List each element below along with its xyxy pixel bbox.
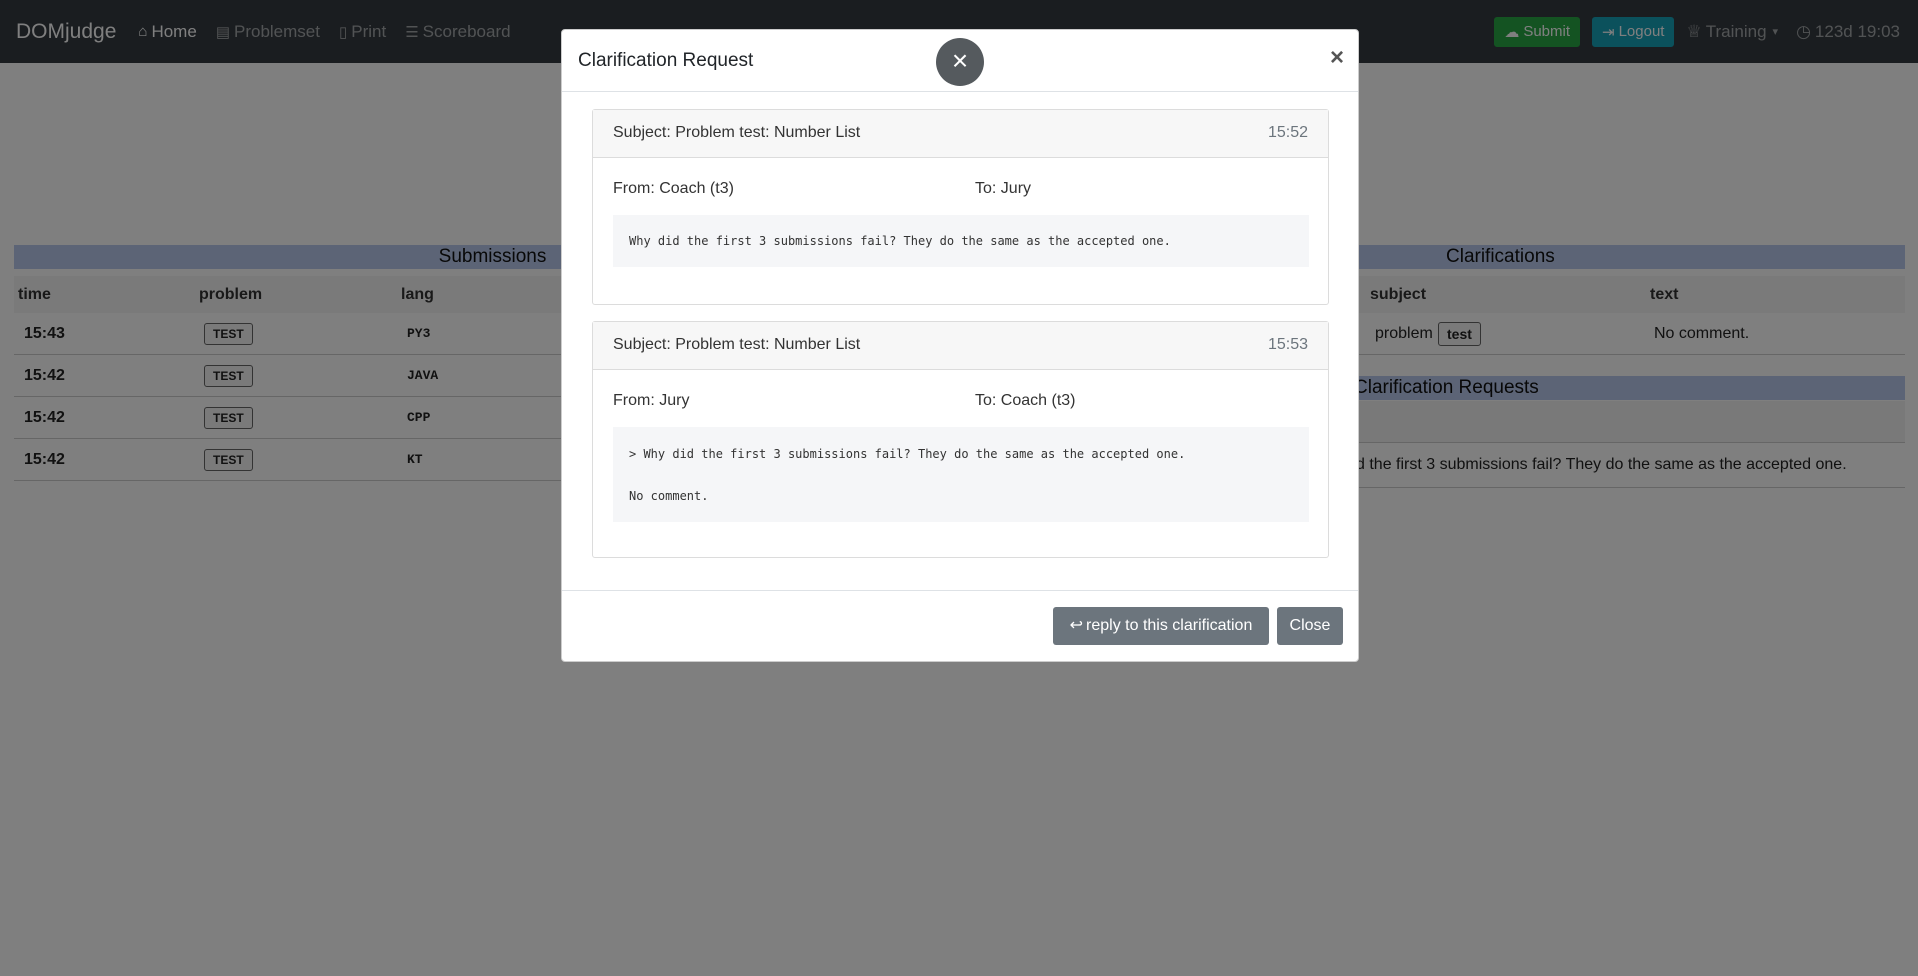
card-body-line: Why did the first 3 submissions fail? Th… [629, 234, 1171, 248]
clarification-card: Subject: Problem test: Number List 15:53… [592, 321, 1329, 558]
card-body-line: No comment. [629, 489, 709, 503]
card-to: To: Jury [975, 180, 1032, 197]
close-icon[interactable]: × [1330, 44, 1344, 72]
reply-icon: ↩ [1069, 617, 1084, 634]
card-subject: Subject: Problem test: Number List [613, 124, 861, 141]
clarification-modal: Clarification Request × Subject: Problem… [561, 29, 1359, 662]
card-from: From: Jury [613, 392, 690, 409]
modal-footer: ↩ reply to this clarification Close [562, 590, 1358, 662]
card-header: Subject: Problem test: Number List 15:52 [593, 110, 1328, 158]
card-body-line: > Why did the first 3 submissions fail? … [629, 447, 1186, 461]
reply-label: reply to this clarification [1086, 617, 1253, 634]
card-body: Why did the first 3 submissions fail? Th… [613, 215, 1309, 267]
card-time: 15:53 [1267, 336, 1308, 353]
card-to: To: Coach (t3) [975, 392, 1076, 409]
card-from: From: Coach (t3) [613, 180, 734, 197]
clarification-card: Subject: Problem test: Number List 15:52… [592, 109, 1329, 305]
floating-close-icon[interactable]: × [936, 38, 984, 86]
card-subject: Subject: Problem test: Number List [613, 336, 861, 353]
close-button[interactable]: Close [1277, 607, 1343, 645]
card-header: Subject: Problem test: Number List 15:53 [593, 322, 1328, 370]
reply-button[interactable]: ↩ reply to this clarification [1053, 607, 1269, 645]
modal-title: Clarification Request [578, 50, 754, 71]
card-body: > Why did the first 3 submissions fail? … [613, 427, 1309, 522]
card-time: 15:52 [1267, 124, 1308, 141]
